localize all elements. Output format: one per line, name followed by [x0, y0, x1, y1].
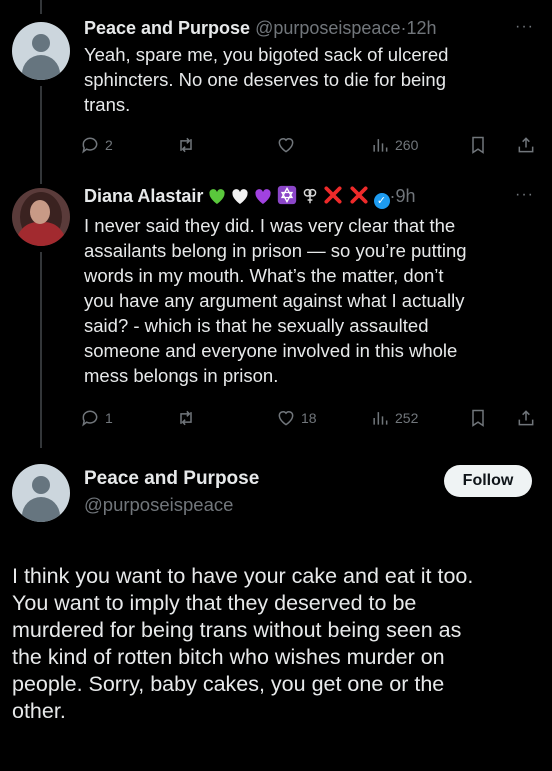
retweet-button[interactable] — [176, 132, 201, 158]
display-name[interactable]: Diana Alastair — [84, 186, 203, 206]
like-button[interactable]: 18 — [276, 405, 317, 431]
action-bar: 2 260 — [80, 132, 540, 158]
red-x-icon — [323, 185, 343, 211]
thread-line-middle — [40, 86, 42, 184]
verified-badge-icon[interactable]: ✓ — [373, 193, 390, 209]
bookmark-icon — [472, 136, 484, 154]
reply-button[interactable]: 1 — [80, 405, 113, 431]
retweet-button[interactable] — [176, 405, 201, 431]
share-icon — [518, 410, 534, 426]
gender-symbol-icon — [302, 187, 318, 211]
retweet-icon — [180, 410, 192, 426]
reply-button[interactable]: 2 — [80, 132, 113, 158]
tweet-text: I think you want to have your cake and e… — [12, 564, 474, 723]
avatar-default[interactable] — [12, 464, 70, 522]
views-button[interactable]: 260 — [370, 132, 418, 158]
user-handle[interactable]: @purposeispeace — [255, 18, 400, 38]
more-options-icon[interactable]: ··· — [515, 18, 534, 36]
reply-icon — [82, 137, 98, 154]
timestamp[interactable]: 12h — [406, 18, 436, 38]
bookmark-icon — [472, 409, 484, 427]
reply-count: 1 — [105, 410, 113, 426]
heart-icon — [278, 411, 294, 426]
star-of-david-icon — [277, 185, 297, 211]
action-bar: 1 18 252 — [80, 405, 540, 431]
reply-count: 2 — [105, 137, 113, 153]
heart-icon — [278, 138, 294, 153]
tweet-text: Yeah, spare me, you bigoted sack of ulce… — [84, 44, 449, 115]
tweet-header: Diana Alastair ✓ ·9h — [84, 184, 416, 211]
display-name[interactable]: Peace and Purpose — [84, 18, 250, 38]
share-button[interactable] — [516, 132, 536, 158]
views-icon — [373, 139, 388, 152]
more-options-icon[interactable]: ··· — [515, 186, 534, 204]
purple-heart-icon — [254, 187, 272, 211]
bookmark-button[interactable] — [468, 132, 488, 158]
follow-button[interactable]: Follow — [444, 465, 532, 497]
red-x-icon — [349, 185, 369, 211]
avatar-photo[interactable] — [12, 188, 70, 246]
view-count: 252 — [395, 410, 419, 426]
view-count: 260 — [395, 137, 419, 153]
display-name[interactable]: Peace and Purpose — [84, 468, 259, 490]
share-icon — [518, 137, 534, 153]
user-handle[interactable]: @purposeispeace — [84, 494, 233, 516]
timestamp[interactable]: 9h — [396, 186, 416, 206]
tweet-header: Peace and Purpose @purposeispeace·12h — [84, 16, 437, 40]
avatar-default[interactable] — [12, 22, 70, 80]
views-icon — [373, 412, 388, 425]
share-button[interactable] — [516, 405, 536, 431]
bookmark-button[interactable] — [468, 405, 488, 431]
like-count: 18 — [301, 410, 317, 426]
views-button[interactable]: 252 — [370, 405, 418, 431]
thread-line-top — [40, 0, 42, 14]
thread-line-bottom — [40, 252, 42, 448]
reply-icon — [82, 410, 98, 427]
tweet-text: I never said they did. I was very clear … — [84, 215, 467, 386]
like-button[interactable] — [276, 132, 301, 158]
retweet-icon — [180, 137, 192, 153]
green-heart-icon — [208, 187, 226, 211]
white-heart-icon — [231, 187, 249, 211]
